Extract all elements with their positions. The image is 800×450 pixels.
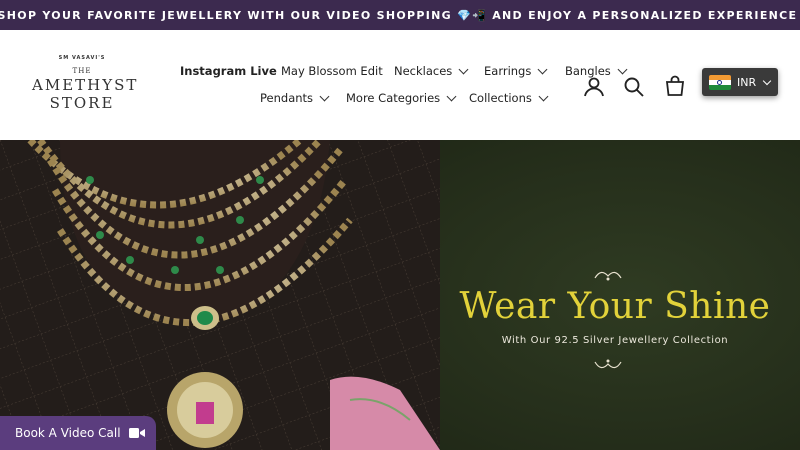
- hero-banner[interactable]: Wear Your Shine With Our 92.5 Silver Jew…: [0, 140, 800, 450]
- announcement-text: 👀SHOP YOUR FAVORITE JEWELLERY WITH OUR V…: [0, 8, 800, 22]
- currency-selector[interactable]: INR: [702, 68, 778, 96]
- chevron-down-icon: [319, 91, 330, 101]
- logo-line-4: STORE: [49, 94, 115, 112]
- video-call-label: Book A Video Call: [15, 426, 121, 440]
- chevron-down-icon: [617, 64, 628, 74]
- nav-instagram-live[interactable]: Instagram Live: [180, 64, 277, 78]
- chevron-down-icon: [762, 76, 772, 85]
- nav-label: Collections: [469, 91, 532, 105]
- hero-headline: Wear Your Shine: [459, 286, 771, 327]
- nav-necklaces[interactable]: Necklaces: [394, 64, 469, 78]
- nav-label: Earrings: [484, 64, 532, 78]
- logo-line-2: THE: [72, 67, 92, 75]
- logo-line-1: SM VASAVI'S: [58, 55, 106, 61]
- account-icon[interactable]: [582, 75, 606, 99]
- chevron-down-icon: [538, 91, 549, 101]
- nav-may-blossom-edit[interactable]: May Blossom Edit: [281, 64, 383, 78]
- chevron-down-icon: [458, 64, 469, 74]
- nav-label: More Categories: [346, 91, 441, 105]
- store-logo[interactable]: SM VASAVI'S THE AMETHYST STORE: [32, 52, 139, 122]
- nav-more-categories[interactable]: More Categories: [346, 91, 457, 105]
- hero-subline: With Our 92.5 Silver Jewellery Collectio…: [501, 335, 729, 346]
- nav-earrings[interactable]: Earrings: [484, 64, 548, 78]
- cart-icon[interactable]: [663, 74, 687, 98]
- hero-model-image: [0, 140, 440, 450]
- chevron-down-icon: [446, 91, 457, 101]
- nav-collections[interactable]: Collections: [469, 91, 549, 105]
- search-icon[interactable]: [622, 75, 646, 99]
- nav-label: Necklaces: [394, 64, 453, 78]
- chevron-down-icon: [537, 64, 548, 74]
- video-camera-icon: [128, 428, 145, 438]
- nav-label: Instagram Live: [180, 64, 277, 78]
- ornament-top-icon: [594, 271, 622, 281]
- nav-label: May Blossom Edit: [281, 64, 383, 78]
- book-video-call-button[interactable]: Book A Video Call: [0, 416, 156, 450]
- announcement-bar: 👀SHOP YOUR FAVORITE JEWELLERY WITH OUR V…: [0, 0, 800, 30]
- nav-label: Pendants: [260, 91, 314, 105]
- india-flag-icon: [709, 74, 731, 90]
- ornament-bottom-icon: [594, 359, 622, 369]
- nav-pendants[interactable]: Pendants: [260, 91, 330, 105]
- currency-code: INR: [737, 75, 757, 89]
- site-header: SM VASAVI'S THE AMETHYST STORE Instagram…: [0, 30, 800, 140]
- logo-line-3: AMETHYST: [32, 76, 139, 94]
